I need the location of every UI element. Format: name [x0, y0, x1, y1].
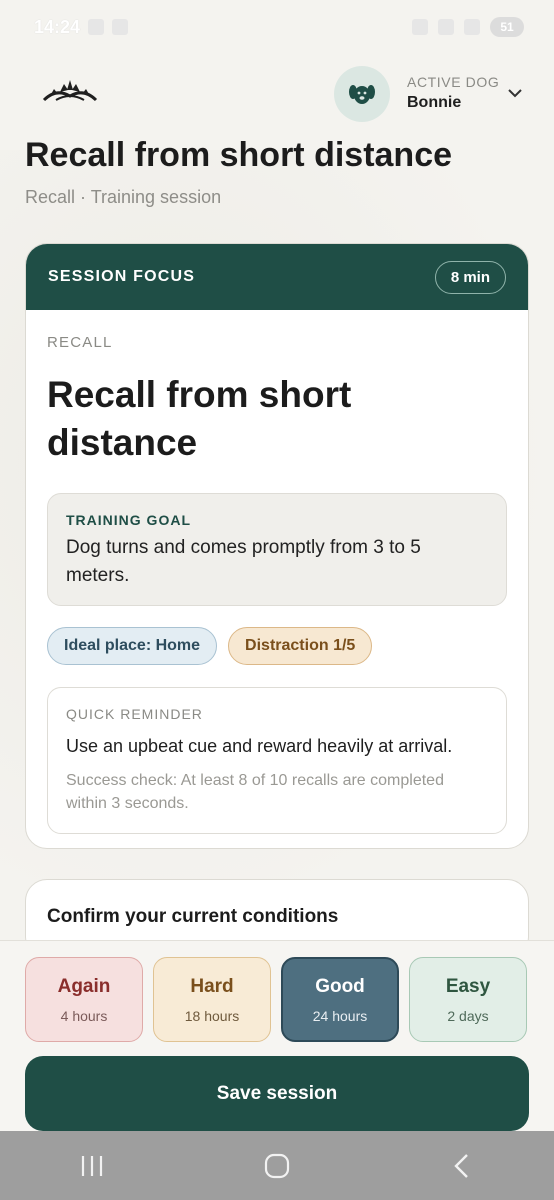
wifi-icon — [438, 19, 454, 35]
grade-again-button[interactable]: Again 4 hours — [25, 957, 143, 1042]
status-time: 14:24 — [34, 16, 81, 37]
chevron-down-icon[interactable] — [506, 86, 524, 100]
grade-hard-button[interactable]: Hard 18 hours — [153, 957, 271, 1042]
chips-row: Ideal place: Home Distraction 1/5 — [47, 627, 507, 665]
grade-interval: 18 hours — [184, 1007, 240, 1024]
grade-buttons: Again 4 hours Hard 18 hours Good 24 hour… — [25, 957, 527, 1042]
active-dog-label: ACTIVE DOG — [407, 74, 500, 90]
grade-name: Hard — [190, 975, 234, 997]
grade-name: Easy — [445, 975, 491, 997]
home-button[interactable] — [247, 1146, 307, 1186]
training-goal-box: TRAINING GOAL Dog turns and comes prompt… — [47, 493, 507, 606]
grade-interval: 4 hours — [60, 1007, 108, 1024]
notification-icon — [88, 19, 105, 35]
app-logo-icon[interactable] — [42, 74, 98, 108]
success-check-text: Success check: At least 8 of 10 recalls … — [66, 772, 444, 812]
back-button[interactable] — [432, 1146, 492, 1186]
back-icon — [453, 1153, 468, 1178]
active-dog-name: Bonnie — [407, 94, 462, 111]
calendar-icon — [112, 19, 129, 35]
ideal-place-chip: Ideal place: Home — [47, 627, 218, 665]
quick-reminder-label: QUICK REMINDER — [66, 706, 203, 722]
dog-face-icon — [349, 85, 375, 104]
session-focus-heading: SESSION FOCUS — [48, 268, 196, 285]
exercise-title: Recall from short distance — [47, 374, 352, 463]
home-icon — [264, 1153, 290, 1178]
system-nav-bar — [0, 1131, 554, 1200]
save-session-button[interactable]: Save session — [25, 1056, 529, 1131]
distraction-chip: Distraction 1/5 — [228, 627, 373, 665]
grade-easy-button[interactable]: Easy 2 days — [409, 957, 527, 1042]
page-title: Recall from short distance — [25, 136, 453, 174]
grade-interval: 2 days — [447, 1007, 489, 1024]
grade-name: Again — [57, 975, 111, 997]
conditions-title: Confirm your current conditions — [47, 906, 339, 927]
training-goal-label: TRAINING GOAL — [66, 512, 191, 528]
status-bar: 14:24 51 — [0, 0, 554, 54]
training-goal-text: Dog turns and comes promptly from 3 to 5… — [66, 537, 421, 586]
session-focus-header: SESSION FOCUS 8 min — [26, 244, 528, 310]
grade-interval: 24 hours — [312, 1007, 368, 1024]
quick-reminder-text: Use an upbeat cue and reward heavily at … — [66, 736, 453, 756]
grade-good-button[interactable]: Good 24 hours — [281, 957, 399, 1042]
mute-icon — [412, 19, 428, 35]
recents-button[interactable] — [62, 1146, 122, 1186]
recents-icon — [82, 1155, 103, 1176]
bottom-action-panel: Again 4 hours Hard 18 hours Good 24 hour… — [0, 940, 554, 1131]
quick-reminder-box: QUICK REMINDER Use an upbeat cue and rew… — [47, 687, 507, 834]
battery-icon: 51 — [490, 17, 524, 37]
breadcrumb: Recall · Training session — [25, 187, 222, 207]
signal-icon — [464, 19, 480, 35]
session-focus-card: SESSION FOCUS 8 min RECALL Recall from s… — [25, 243, 529, 849]
dog-avatar[interactable] — [334, 66, 390, 122]
active-dog-selector[interactable]: ACTIVE DOG Bonnie — [407, 74, 499, 112]
exercise-category: RECALL — [47, 334, 113, 351]
grade-name: Good — [315, 975, 365, 997]
duration-badge: 8 min — [434, 260, 506, 294]
app-header: ACTIVE DOG Bonnie — [0, 62, 554, 126]
